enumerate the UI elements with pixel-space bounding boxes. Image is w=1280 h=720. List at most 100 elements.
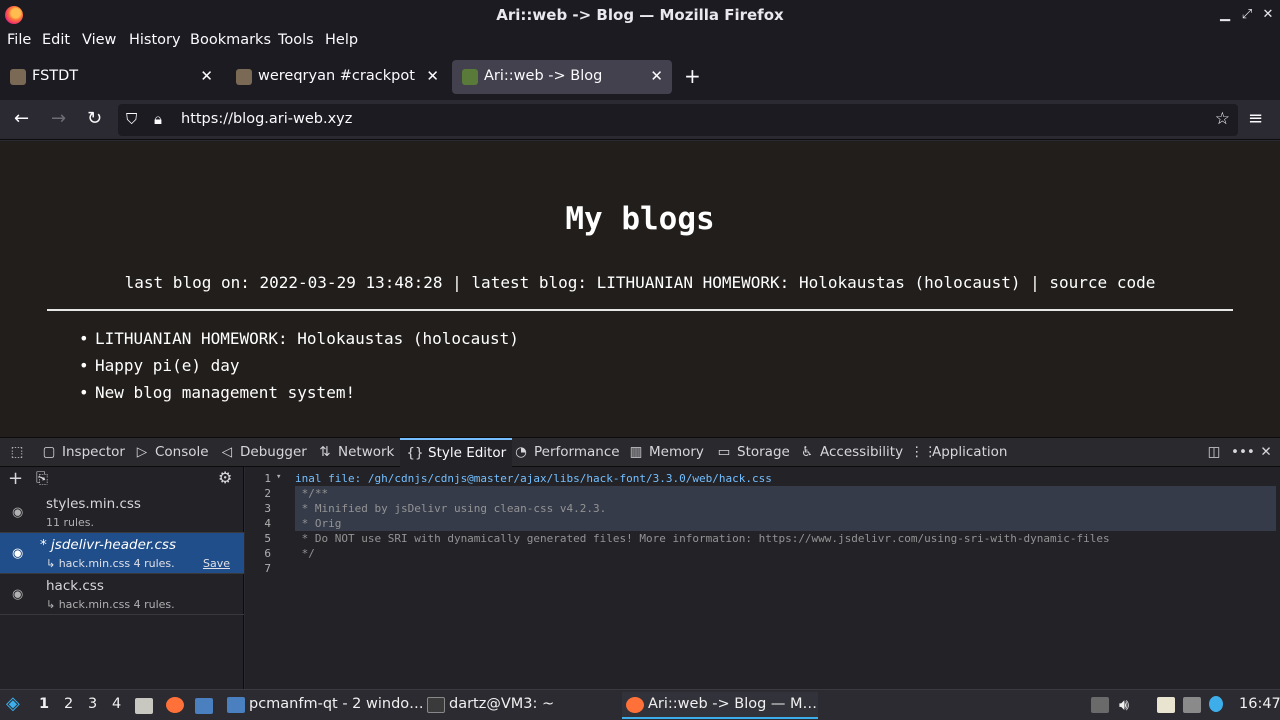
volume-icon[interactable]: 🔊︎ [1119,695,1129,715]
tab-favicon [10,69,26,85]
folder-icon [227,697,245,713]
clipboard-icon[interactable] [1157,697,1175,713]
window-titlebar: Ari::web -> Blog — Mozilla Firefox ▁ ⤢ ✕ [0,0,1280,30]
new-tab-icon[interactable]: + [684,64,701,88]
code-line: */ [295,547,315,560]
close-tab-icon[interactable]: ✕ [650,67,663,85]
tab-inspector[interactable]: ▢ Inspector [40,438,125,467]
console-icon: ▷ [136,444,148,460]
more-options-icon[interactable]: ••• [1231,438,1255,467]
web-page: My blogs last blog on: 2022-03-29 13:48:… [0,141,1280,437]
forward-icon[interactable]: → [51,108,66,129]
close-window-icon[interactable]: ✕ [1257,0,1279,30]
tab-label: wereqryan #crackpot #o [258,68,418,84]
menu-file[interactable]: File [7,32,31,48]
code-line: * Orig [295,516,1276,531]
storage-icon: ▭ [717,444,731,460]
app-launcher-icon[interactable]: ◈ [6,693,20,714]
task-pcmanfm[interactable]: pcmanfm-qt - 2 windo… [222,692,424,719]
hamburger-menu-icon[interactable]: ≡ [1248,108,1263,129]
close-tab-icon[interactable]: ✕ [426,67,439,85]
memory-icon: ▥ [629,444,643,460]
stylesheet-toolbar: + ⎘ ⚙ [0,467,244,491]
workspace-1[interactable]: 1 [39,696,49,712]
network-tray-icon[interactable] [1183,697,1201,713]
tab-debugger[interactable]: ◁ Debugger [218,438,307,467]
blog-link[interactable]: LITHUANIAN HOMEWORK: Holokaustas (holoca… [79,325,519,352]
task-firefox[interactable]: Ari::web -> Blog — M… [622,692,818,719]
tab-console[interactable]: ▷ Console [133,438,209,467]
divider [47,309,1233,311]
import-stylesheet-icon[interactable]: ⎘ [36,469,48,487]
close-devtools-icon[interactable]: ✕ [1257,438,1279,467]
new-stylesheet-icon[interactable]: + [8,468,23,489]
line-number: 2 [264,487,271,500]
reload-icon[interactable]: ↻ [87,108,102,129]
system-taskbar: ◈ 1 2 3 4 pcmanfm-qt - 2 windo… dartz@VM… [0,689,1280,720]
stylesheet-rules: 11 rules. [46,516,95,529]
workspace-4[interactable]: 4 [112,696,121,712]
stylesheet-item[interactable]: ◉ * jsdelivr-header.css ↳ hack.min.css 4… [0,533,244,574]
stylesheet-item[interactable]: ◉ hack.css ↳ hack.min.css 4 rules. [0,574,244,615]
line-number: 3 [264,502,271,515]
tab-application[interactable]: ⋮⋮Application [910,438,1007,467]
tab-ari-web-blog[interactable]: Ari::web -> Blog ✕ [452,60,672,94]
code-line: */** [295,486,1276,501]
tab-fstdt[interactable]: FSTDT ✕ [0,60,222,94]
save-stylesheet-link[interactable]: Save [203,557,230,570]
firefox-launcher-icon[interactable] [166,697,184,713]
task-terminal[interactable]: dartz@VM3: ~ [422,692,618,719]
eye-icon[interactable]: ◉ [12,505,23,520]
lock-icon[interactable]: 🔒︎ [154,110,162,128]
workspace-3[interactable]: 3 [88,696,97,712]
close-tab-icon[interactable]: ✕ [200,67,213,85]
menu-bar: File Edit View History Bookmarks Tools H… [0,30,1280,54]
tab-accessibility[interactable]: ♿︎ Accessibility [798,438,903,467]
back-icon[interactable]: ← [14,108,29,129]
eye-icon[interactable]: ◉ [12,546,23,561]
desktop-launcher-icon[interactable] [195,698,213,714]
bookmark-star-icon[interactable]: ☆ [1215,109,1230,129]
tab-storage[interactable]: ▭ Storage [715,438,790,467]
tracking-protection-icon[interactable]: ⛉ [126,110,137,128]
menu-help[interactable]: Help [325,32,358,48]
menu-history[interactable]: History [129,32,181,48]
tab-memory[interactable]: ▥ Memory [627,438,704,467]
restore-icon[interactable]: ⤢ [1236,0,1258,30]
menu-tools[interactable]: Tools [278,32,314,48]
stylesheet-item[interactable]: ◉ styles.min.css 11 rules. [0,492,244,533]
url-text[interactable]: https://blog.ari-web.xyz [181,111,352,127]
blog-link[interactable]: New blog management system! [79,379,519,406]
stylesheet-list-panel: + ⎘ ⚙ ◉ styles.min.css 11 rules. ◉ * jsd… [0,467,244,689]
fold-arrow-icon[interactable]: ▾ [276,472,281,482]
menu-edit[interactable]: Edit [42,32,70,48]
tab-performance[interactable]: ◔ Performance [512,438,619,467]
tab-style-editor[interactable]: {} Style Editor [400,438,513,467]
tab-favicon [462,69,478,85]
tab-network[interactable]: ⇅ Network [316,438,394,467]
tab-label: Ari::web -> Blog [484,68,603,84]
style-editor-icon: {} [406,445,424,461]
menu-bookmarks[interactable]: Bookmarks [190,32,271,48]
eye-icon[interactable]: ◉ [12,587,23,602]
settings-gear-icon[interactable]: ⚙ [218,468,232,487]
minimize-icon[interactable]: ▁ [1214,0,1236,30]
code-editor[interactable]: 1 ▾ 2 3 4 5 6 7 inal file: /gh/cdnjs/cdn… [245,467,1280,689]
workspace-2[interactable]: 2 [64,696,73,712]
element-picker-icon[interactable]: ⬚ [8,438,30,467]
url-bar[interactable]: ⛉ 🔒︎ https://blog.ari-web.xyz ☆ [118,104,1238,136]
stylesheet-rules: ↳ hack.min.css 4 rules. [46,598,175,611]
file-manager-launcher-icon[interactable] [135,698,153,714]
debugger-icon: ◁ [221,444,233,460]
tray-arrow-icon[interactable] [1091,697,1109,713]
tab-favicon [236,69,252,85]
tab-wereqryan[interactable]: wereqryan #crackpot #o ✕ [226,60,448,94]
menu-view[interactable]: View [82,32,116,48]
dock-toggle-icon[interactable]: ◫ [1205,438,1227,467]
line-number: 1 [264,472,271,485]
notification-icon[interactable] [1209,696,1223,712]
blog-meta-line: last blog on: 2022-03-29 13:48:28 | late… [124,273,1156,292]
accessibility-icon: ♿︎ [800,444,814,460]
blog-link[interactable]: Happy pi(e) day [79,352,519,379]
clock[interactable]: 16:47 [1239,696,1280,712]
